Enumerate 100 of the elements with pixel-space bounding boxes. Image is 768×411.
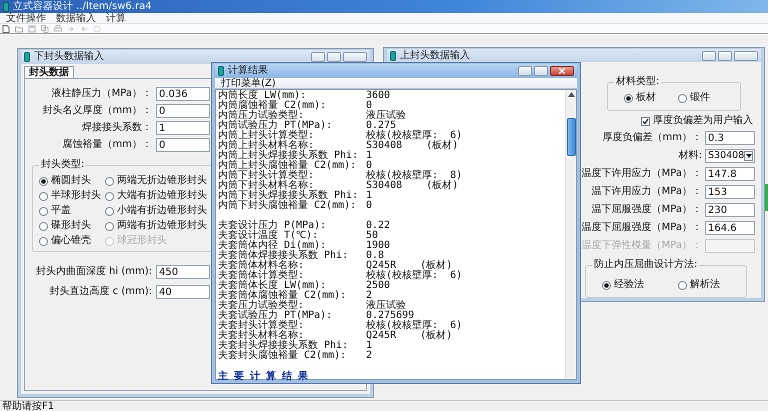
result-label: 夫套筒体内径 Di(mm): [218,241,326,251]
field-label: 材料: [678,149,702,163]
status-text: 帮助请按F1 [2,401,54,411]
result-label: 内筒下封头计算类型: [218,171,316,181]
result-value: 1 [366,191,374,201]
scroll-thumb[interactable] [567,118,576,156]
field-label: 腐蚀裕量（mm）： [62,139,152,151]
radio-dot-icon[interactable] [678,94,687,102]
result-label: 内筒上封头焊接接头系数 Phi: [218,151,360,161]
maximize-button[interactable] [534,66,548,76]
input-field[interactable]: 164.6 [705,221,755,235]
result-label: 夫套筒体计算类型: [218,271,304,281]
result-value: 0.275699 [366,311,414,321]
result-value: 1 [366,151,374,161]
result-label: 夫套封头计算类型: [218,321,306,331]
maximize-button[interactable] [718,50,732,60]
radio-button[interactable]: 两端有折边锥形封头 [105,220,209,232]
radio-dot-icon[interactable] [602,280,611,290]
menu-item[interactable]: 文件操作 [2,13,50,23]
result-value: 2500 [366,281,392,291]
radio-dot-icon[interactable] [105,206,114,216]
copy-icon[interactable] [41,24,49,32]
app-icon [3,2,9,12]
result-label: 内筒上封头材料名称: [218,141,314,151]
input-field[interactable]: 0 [156,138,210,152]
radio-dot-icon[interactable] [39,206,48,216]
minimize-button[interactable] [518,66,532,76]
radio-button[interactable]: 椭圆封头 [39,175,103,187]
minimize-button[interactable] [311,52,325,62]
print-icon[interactable] [54,24,62,32]
field-label: 液柱静压力（MPa）： [50,88,152,100]
radio-dot-icon[interactable] [39,192,48,200]
radio-button[interactable]: 板材 [624,92,656,104]
result-label: 内筒下封头焊接接头系数 Phi: [218,191,360,201]
checkbox[interactable]: 厚度负偏差为用户输入 [641,115,753,127]
result-value: 3600 [366,91,392,101]
dropdown[interactable]: S30408 [705,149,755,163]
scrollbar[interactable] [565,90,576,379]
radio-dot-icon[interactable] [105,222,114,230]
input-field[interactable]: 230 [705,203,755,217]
radio-dot-icon[interactable] [39,236,48,246]
result-value: 1900 [366,241,392,251]
radio-button[interactable]: 小端有折边锥形封头 [105,205,209,217]
radio-button[interactable]: 解析法 [678,279,720,291]
result-value: 1 [366,341,374,351]
result-label: 内筒长度 LW(mm): [218,91,306,101]
menu-item[interactable]: 数据输入 [52,13,100,23]
radio-dot-icon[interactable] [678,280,687,290]
result-label: 夫套筒体焊接接头系数 Phi: [218,251,350,261]
radio-button[interactable]: 碟形封头 [39,220,103,232]
radio-button[interactable]: 偏心锥壳 [39,235,103,247]
input-field[interactable]: 1 [156,121,210,135]
radio-button[interactable]: 平盖 [39,205,103,217]
radio-button[interactable]: 大端有折边锥形封头 [105,190,209,202]
result-value: 50 [366,231,378,241]
field-label: 封头直边高度 c (mm): [48,286,152,298]
folder-icon[interactable] [15,24,23,32]
result-value: 2 [366,351,374,361]
radio-dot-icon[interactable] [105,176,114,186]
group-label: 防止内压屈曲设计方法: [593,259,698,271]
caret-icon[interactable] [744,151,753,161]
window-title: 下封头数据输入 [34,51,105,63]
menu-item[interactable]: 计算 [102,13,130,23]
close-icon[interactable] [559,68,565,74]
minimize-button[interactable] [702,50,716,60]
radio-dot-icon[interactable] [39,222,48,230]
input-field[interactable]: 147.8 [705,167,755,181]
result-value: S30408 (板材) [366,181,460,191]
input-field[interactable]: 0 [156,104,210,118]
result-label: 夫套设计温度 T(℃): [218,231,318,241]
result-label: 夫套筒体腐蚀裕量 C2(mm): [218,291,348,301]
radio-dot-icon[interactable] [105,192,114,200]
result-label: 内筒下封头腐蚀裕量 C2(mm): [218,201,358,211]
result-label: 内筒下封头材料名称: [218,181,314,191]
input-field[interactable]: 450 [156,265,210,279]
radio-button[interactable]: 锻件 [678,92,710,104]
input-field[interactable]: 0.036 [156,87,210,101]
radio-button[interactable]: 半球形封头 [39,190,103,202]
app-icon [218,66,224,76]
radio-button[interactable]: 经验法 [602,279,644,291]
tab[interactable]: 封头数据 [24,66,74,78]
input-field[interactable]: 0.3 [705,131,755,145]
field-label: 温下许用应力（MPa）： [590,185,702,199]
radio-dot-icon[interactable] [624,94,633,102]
field-label: 厚度负偏差（mm）： [602,131,702,145]
maximize-button[interactable] [327,52,341,62]
result-label: 夫套设计压力 P(MPa): [218,221,328,231]
result-label: 内筒上封头计算类型: [218,131,316,141]
close-button[interactable] [550,66,574,76]
app-icon [390,50,396,60]
radio-button[interactable]: 两端无折边锥形封头 [105,175,209,187]
input-field[interactable]: 153 [705,185,755,199]
radio-dot-icon[interactable] [39,176,48,186]
result-value: 校核(校核壁厚: 6) [366,271,464,281]
result-value: 2 [366,291,372,301]
scroll-up-arrow-icon[interactable] [568,92,574,97]
input-field[interactable]: 40 [156,285,210,299]
menu-item[interactable]: 打印菜单(Z) [218,78,279,88]
result-label: 夫套封头焊接接头系数 Phi: [218,341,350,351]
save-icon[interactable] [28,24,36,32]
